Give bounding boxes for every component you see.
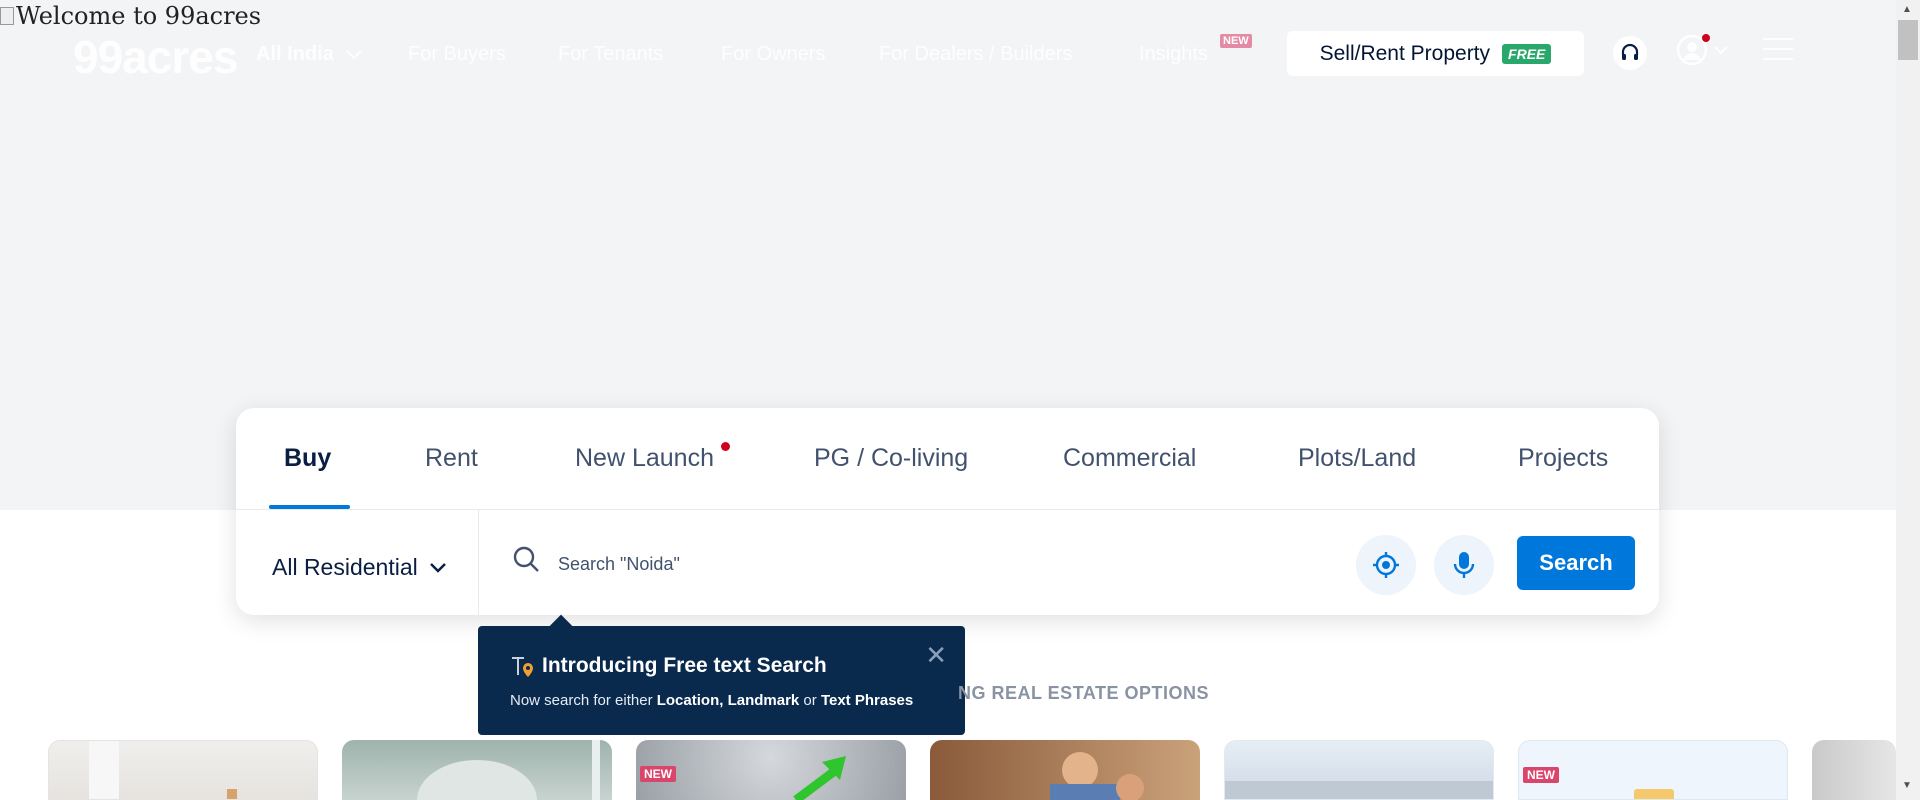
tooltip-desc-location: Location, Landmark: [656, 692, 800, 709]
tooltip-desc-phrases: Text Phrases: [820, 692, 914, 709]
support-button[interactable]: [1613, 36, 1647, 70]
menu-icon-line: [1763, 38, 1793, 40]
option-card[interactable]: [1812, 740, 1896, 800]
nav-for-owners[interactable]: For Owners: [721, 43, 825, 66]
tab-commercial[interactable]: Commercial: [1063, 444, 1196, 473]
tab-new-launch[interactable]: New Launch: [575, 444, 714, 473]
microphone-icon: [1453, 552, 1475, 578]
scroll-down-arrow-icon[interactable]: ▼: [1902, 780, 1912, 791]
insights-new-badge: NEW: [1220, 34, 1252, 48]
free-text-search-tooltip: Introducing Free text Search Now search …: [478, 614, 965, 735]
nav-for-buyers[interactable]: For Buyers: [408, 43, 506, 66]
sell-rent-property-button[interactable]: Sell/Rent Property FREE: [1287, 31, 1584, 76]
locate-me-button[interactable]: [1356, 535, 1416, 595]
city-selector[interactable]: All India: [256, 43, 362, 66]
search-panel: Buy Rent New Launch PG / Co-living Comme…: [236, 408, 1659, 615]
tab-projects[interactable]: Projects: [1518, 444, 1608, 473]
page-scrollbar[interactable]: [1896, 0, 1920, 800]
tab-plots-land[interactable]: Plots/Land: [1298, 444, 1416, 473]
tooltip-desc-or: or: [799, 692, 821, 709]
option-card[interactable]: NEW: [1518, 740, 1788, 800]
tooltip-title: Introducing Free text Search: [510, 654, 827, 678]
broken-image-icon: [0, 7, 14, 25]
nav-insights[interactable]: Insights: [1139, 43, 1208, 66]
tooltip-title-text: Introducing Free text Search: [542, 654, 827, 677]
option-card[interactable]: [48, 740, 318, 800]
section-heading: NG REAL ESTATE OPTIONS: [958, 683, 1210, 703]
search-divider: [478, 510, 479, 615]
option-card[interactable]: [930, 740, 1200, 800]
scroll-up-arrow-icon[interactable]: ▲: [1902, 4, 1912, 15]
option-card[interactable]: [342, 740, 612, 800]
chevron-down-icon: [1714, 45, 1728, 54]
free-badge: FREE: [1502, 43, 1552, 64]
hamburger-menu-button[interactable]: [1763, 38, 1793, 60]
hero-image-alt: Welcome to 99acres: [16, 2, 262, 30]
hero-image: Welcome to 99acres: [0, 2, 261, 30]
card-image: [1225, 781, 1493, 799]
voice-search-button[interactable]: [1434, 535, 1494, 595]
city-label: All India: [256, 43, 334, 65]
site-logo[interactable]: 99acres: [73, 30, 238, 84]
tooltip-close-icon[interactable]: ✕: [925, 642, 947, 668]
search-icon: [513, 546, 539, 572]
search-button[interactable]: Search: [1517, 536, 1635, 590]
headset-icon: [1621, 43, 1639, 60]
option-card[interactable]: [1224, 740, 1494, 800]
new-launch-dot: [721, 442, 730, 451]
tab-buy[interactable]: Buy: [284, 444, 331, 473]
location-target-icon: [1373, 552, 1399, 578]
card-image: [417, 740, 600, 800]
menu-icon-line: [1763, 58, 1793, 60]
property-type-label: All Residential: [272, 554, 418, 580]
nav-for-dealers-builders[interactable]: For Dealers / Builders: [879, 43, 1072, 66]
tooltip-desc-prefix: Now search for either: [510, 692, 657, 709]
growth-arrow-icon: [793, 756, 846, 800]
search-tabs: Buy Rent New Launch PG / Co-living Comme…: [236, 408, 1659, 510]
card-image: [1634, 789, 1674, 799]
card-image: [1050, 752, 1144, 800]
chevron-down-icon: [346, 49, 362, 59]
nav-for-tenants[interactable]: For Tenants: [558, 43, 663, 66]
text-location-icon: [512, 657, 533, 677]
active-tab-indicator: [269, 505, 350, 509]
sell-rent-label: Sell/Rent Property: [1319, 41, 1491, 65]
option-card[interactable]: NEW: [636, 740, 906, 800]
card-image: [89, 741, 237, 799]
tooltip-description: Now search for either Location, Landmark…: [510, 692, 913, 709]
tab-rent[interactable]: Rent: [425, 444, 478, 473]
notification-dot: [1702, 34, 1710, 42]
search-input[interactable]: [558, 544, 1058, 584]
tab-pg-co-living[interactable]: PG / Co-living: [814, 444, 968, 473]
scrollbar-thumb[interactable]: [1898, 20, 1918, 60]
user-menu-button[interactable]: [1676, 34, 1728, 66]
tooltip-arrow: [549, 614, 573, 638]
property-type-dropdown[interactable]: All Residential: [272, 554, 446, 581]
chevron-down-icon: [429, 562, 446, 573]
menu-icon-line: [1763, 48, 1793, 50]
